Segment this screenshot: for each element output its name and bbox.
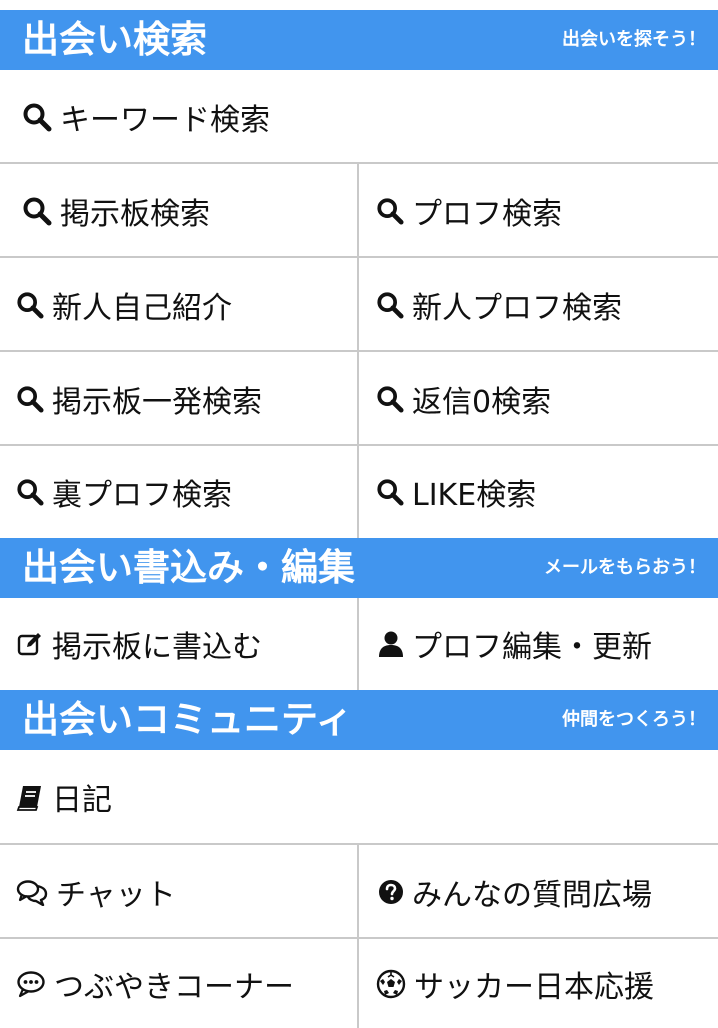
comment-dots-icon [16, 970, 46, 998]
search-icon [22, 196, 52, 226]
search-icon [376, 291, 404, 319]
menu-item-label: プロフ編集・更新 [412, 630, 652, 665]
menu-item-board-quick-search[interactable]: 掲示板一発検索 [0, 352, 357, 445]
section-header-search: 出会い検索 出会いを探そう！ [0, 10, 718, 70]
user-icon [378, 630, 404, 658]
menu-item-label: つぶやきコーナー [54, 969, 294, 1005]
question-circle-icon [378, 879, 404, 905]
menu-item-label: サッカー日本応援 [414, 969, 654, 1005]
menu-item-label: キーワード検索 [60, 102, 270, 138]
menu-item-label: 掲示板一発検索 [52, 384, 262, 420]
search-icon [376, 197, 404, 225]
menu-item-like-search[interactable]: LIKE検索 [359, 446, 718, 538]
menu-item-question-square[interactable]: みんなの質問広場 [359, 845, 718, 938]
column-divider [357, 845, 359, 1028]
menu-item-label: 日記 [52, 782, 112, 818]
menu-item-label: 新人プロフ検索 [412, 290, 622, 326]
menu-item-label: 掲示板検索 [60, 196, 210, 232]
menu-item-zero-reply-search[interactable]: 返信0検索 [359, 352, 718, 445]
menu-item-diary[interactable]: 日記 [0, 750, 718, 843]
section-header-write: 出会い書込み・編集 メールをもらおう！ [0, 538, 718, 598]
menu-item-label: チャット [56, 877, 176, 913]
menu-item-secret-profile-search[interactable]: 裏プロフ検索 [0, 446, 357, 538]
book-icon [16, 783, 44, 811]
section-title: 出会い検索 [22, 18, 207, 61]
menu-item-keyword-search[interactable]: キーワード検索 [0, 70, 718, 163]
section-header-community: 出会いコミュニティ 仲間をつくろう！ [0, 690, 718, 750]
section-title: 出会いコミュニティ [22, 698, 353, 741]
search-icon [16, 291, 44, 319]
menu-item-chat[interactable]: チャット [0, 845, 357, 938]
column-divider [357, 164, 359, 538]
section-subtitle: 出会いを探そう！ [562, 29, 706, 50]
menu-item-soccer-japan[interactable]: サッカー日本応援 [359, 939, 718, 1028]
search-icon [376, 385, 404, 413]
menu-item-label: みんなの質問広場 [412, 877, 652, 913]
menu-item-board-search[interactable]: 掲示板検索 [0, 164, 357, 257]
section-subtitle: メールをもらおう！ [544, 557, 706, 578]
menu-item-label: 掲示板に書込む [52, 630, 262, 665]
section-title: 出会い書込み・編集 [22, 546, 355, 589]
search-icon [16, 385, 44, 413]
search-icon [376, 478, 404, 506]
menu-item-profile-search[interactable]: プロフ検索 [359, 164, 718, 257]
menu-item-tweet-corner[interactable]: つぶやきコーナー [0, 939, 357, 1028]
menu-item-newcomer-profile-search[interactable]: 新人プロフ検索 [359, 258, 718, 351]
section-subtitle: 仲間をつくろう！ [562, 709, 706, 730]
menu-item-profile-edit[interactable]: プロフ編集・更新 [359, 598, 718, 690]
menu-item-board-post[interactable]: 掲示板に書込む [0, 598, 357, 690]
menu-item-label: 裏プロフ検索 [52, 478, 232, 513]
menu-item-label: 新人自己紹介 [52, 290, 232, 326]
search-icon [16, 478, 44, 506]
menu-item-label: LIKE検索 [412, 478, 537, 513]
menu-item-label: プロフ検索 [412, 196, 562, 232]
chat-bubbles-icon [16, 878, 48, 906]
edit-icon [16, 630, 44, 658]
menu-item-label: 返信0検索 [412, 384, 552, 420]
column-divider [357, 598, 359, 690]
soccer-ball-icon [376, 969, 406, 999]
menu-item-newcomer-intro[interactable]: 新人自己紹介 [0, 258, 357, 351]
search-icon [22, 102, 52, 132]
